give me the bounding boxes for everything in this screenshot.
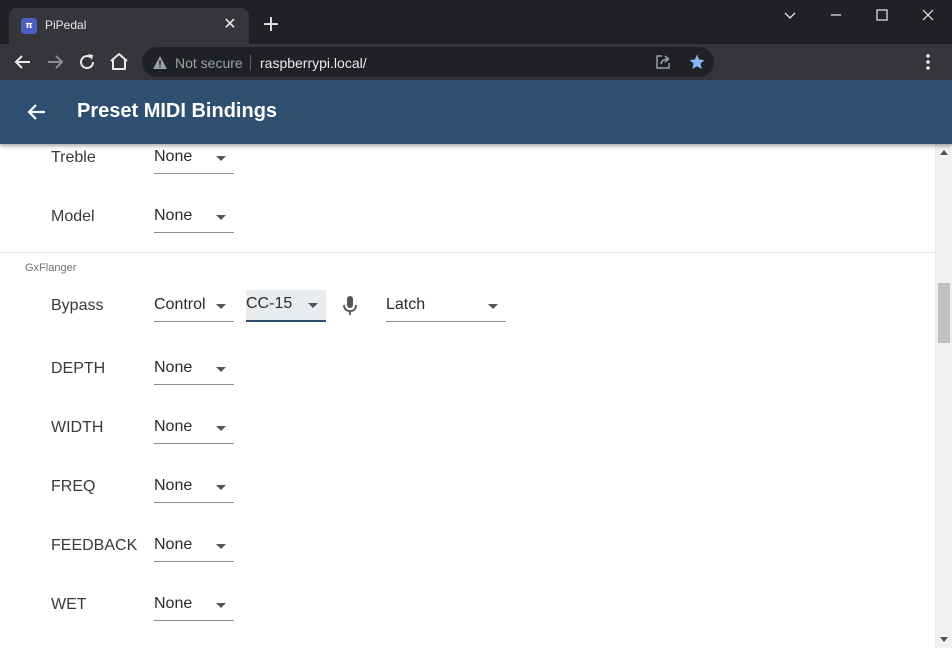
dropdown-caret-icon [216,603,226,608]
binding-label-freq: FREQ [51,478,96,495]
wet-binding-select[interactable]: None [154,591,234,621]
model-binding-select[interactable]: None [154,203,234,233]
binding-label-model: Model [51,208,95,225]
dropdown-caret-icon [216,304,226,309]
app-bar: Preset MIDI Bindings [0,80,952,144]
select-value: Latch [386,296,426,313]
share-icon[interactable] [654,53,672,76]
scroll-down-arrow-icon[interactable] [940,637,948,642]
select-value: Control [154,296,206,313]
browser-titlebar: π PiPedal ✕ + [0,0,952,44]
select-value: None [154,536,193,553]
tab-close-icon[interactable]: ✕ [221,16,239,34]
minimize-icon[interactable] [813,0,859,32]
midi-listen-mic-icon[interactable] [341,295,359,322]
dropdown-caret-icon [216,156,226,161]
address-bar[interactable]: Not secure raspberrypi.local/ [142,47,714,77]
treble-binding-select[interactable]: None [154,144,234,174]
tab-title: PiPedal [45,18,87,32]
bypass-type-select[interactable]: Control [154,292,234,322]
dropdown-caret-icon [216,215,226,220]
select-value: CC-15 [246,295,293,312]
tab-search-chevron-icon[interactable] [767,0,813,32]
url-text[interactable]: raspberrypi.local/ [260,55,367,71]
bindings-list: Treble None Model None GxFlanger Bypass … [0,144,935,648]
depth-binding-select[interactable]: None [154,355,234,385]
dropdown-caret-icon [216,544,226,549]
select-value: None [154,207,193,224]
section-divider [0,252,935,253]
bookmark-star-icon[interactable] [688,53,706,76]
dropdown-caret-icon [308,303,318,308]
dropdown-caret-icon [216,367,226,372]
vertical-scrollbar[interactable] [935,144,952,648]
width-binding-select[interactable]: None [154,414,234,444]
plugin-section-title: GxFlanger [25,262,77,274]
select-value: None [154,148,193,165]
main-content: Treble None Model None GxFlanger Bypass … [0,144,952,648]
select-value: None [154,595,193,612]
scrollbar-thumb[interactable] [938,283,950,343]
bypass-cc-select[interactable]: CC-15 [246,290,326,322]
select-value: None [154,477,193,494]
security-status-text[interactable]: Not secure [175,55,243,71]
close-window-icon[interactable] [905,0,951,32]
scroll-up-arrow-icon[interactable] [940,150,948,155]
binding-label-wet: WET [51,596,87,613]
binding-label-feedback: FEEDBACK [51,537,138,554]
back-arrow-icon[interactable] [26,101,48,128]
omnibox-separator [250,55,251,70]
feedback-binding-select[interactable]: None [154,532,234,562]
warning-triangle-icon[interactable] [152,55,168,75]
page-title: Preset MIDI Bindings [77,100,278,122]
binding-label-treble: Treble [51,149,96,166]
new-tab-plus-icon[interactable]: + [260,14,282,36]
binding-label-depth: DEPTH [51,360,106,377]
browser-tab[interactable]: π PiPedal ✕ [9,8,249,44]
bypass-mode-select[interactable]: Latch [386,292,506,322]
dropdown-caret-icon [216,485,226,490]
dropdown-caret-icon [216,426,226,431]
select-value: None [154,418,193,435]
binding-label-bypass: Bypass [51,297,104,314]
select-value: None [154,359,193,376]
maximize-icon[interactable] [859,0,905,32]
reload-icon[interactable] [75,50,99,74]
freq-binding-select[interactable]: None [154,473,234,503]
binding-label-width: WIDTH [51,419,104,436]
dropdown-caret-icon [488,304,498,309]
home-icon[interactable] [107,50,131,74]
back-nav-icon[interactable] [11,50,35,74]
pipedal-favicon-icon: π [21,18,37,34]
browser-toolbar: Not secure raspberrypi.local/ [0,44,952,80]
forward-nav-icon[interactable] [43,50,67,74]
browser-menu-icon[interactable] [918,52,938,77]
